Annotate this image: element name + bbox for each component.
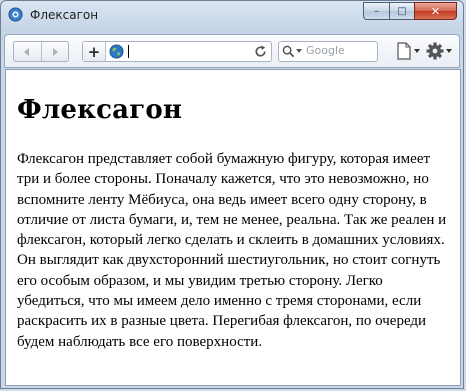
page-menu-icon[interactable]	[394, 41, 422, 61]
browser-window: Флексагон – □ ✕ + Google Флексагон Флекс…	[0, 0, 464, 389]
window-title: Флексагон	[30, 8, 99, 22]
close-button[interactable]: ✕	[414, 2, 457, 20]
forward-button[interactable]	[40, 42, 69, 61]
title-bar[interactable]: Флексагон – □ ✕	[1, 1, 463, 31]
gear-icon[interactable]	[425, 41, 455, 61]
address-bar[interactable]: +	[82, 41, 272, 62]
globe-icon	[109, 44, 124, 59]
caption-buttons: – □ ✕	[363, 2, 457, 21]
forward-arrow-icon	[52, 47, 58, 56]
close-icon: ✕	[430, 4, 441, 18]
maximize-button[interactable]: □	[389, 2, 414, 20]
minimize-icon: –	[374, 5, 379, 17]
reload-icon[interactable]	[253, 44, 268, 59]
maximize-icon: □	[397, 5, 407, 17]
add-bookmark-button[interactable]: +	[83, 42, 106, 61]
page-content: Флексагон Флексагон представляет собой б…	[5, 69, 461, 386]
search-field[interactable]: Google	[278, 41, 378, 62]
text-caret	[128, 45, 129, 58]
page-heading: Флексагон	[17, 95, 183, 125]
search-engine-dropdown-icon[interactable]	[296, 49, 302, 54]
search-placeholder: Google	[306, 44, 345, 57]
navigation-toolbar: + Google	[4, 34, 460, 68]
back-button[interactable]	[14, 42, 41, 61]
history-buttons	[13, 41, 69, 62]
page-paragraph: Флексагон представляет собой бумажную фи…	[17, 151, 447, 350]
browser-logo-icon	[8, 7, 23, 22]
minimize-button[interactable]: –	[363, 2, 389, 20]
plus-icon: +	[87, 42, 101, 61]
back-arrow-icon	[24, 47, 30, 56]
search-icon	[282, 45, 295, 58]
